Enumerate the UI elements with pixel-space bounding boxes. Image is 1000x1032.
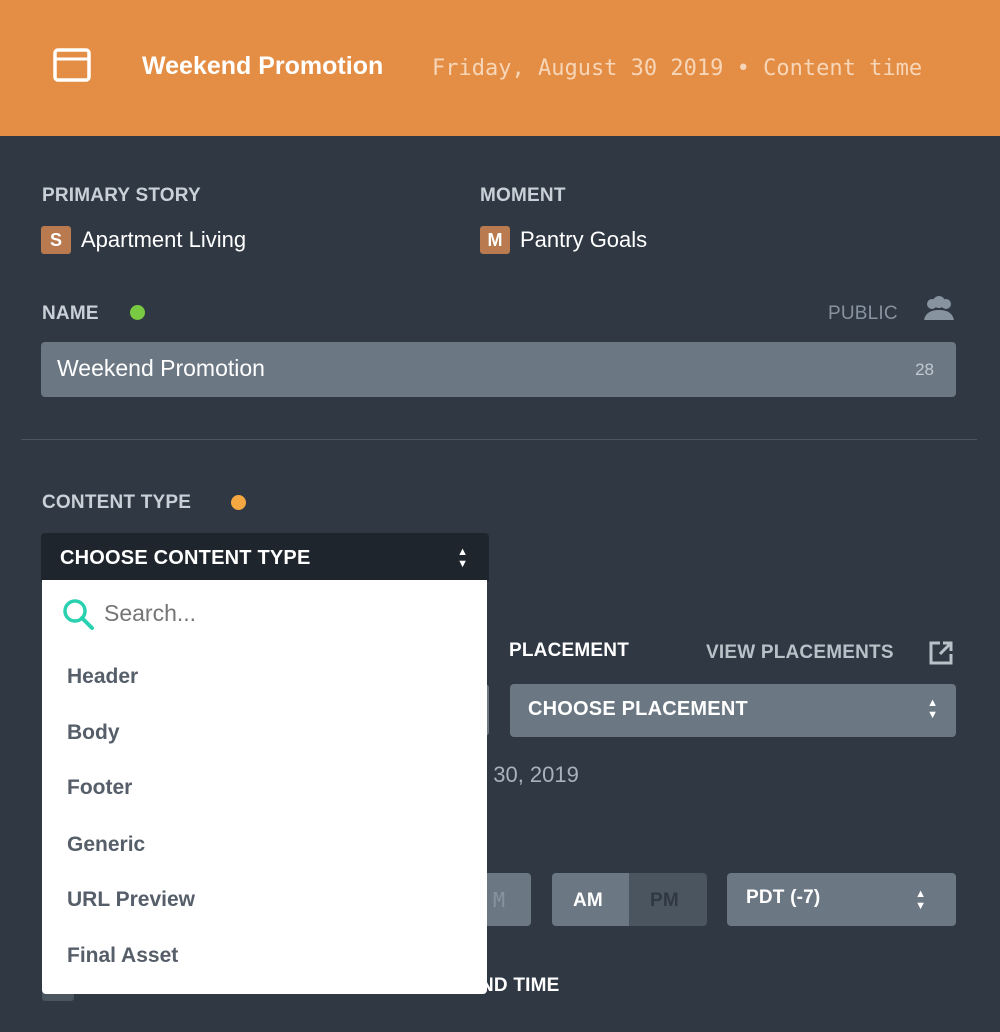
am-button[interactable]: AM [552,873,629,926]
select-arrows-icon: ▲ ▼ [915,888,926,912]
divider [21,439,977,440]
select-arrows-icon: ▲ ▼ [457,546,468,570]
content-type-status-dot [231,495,246,510]
content-type-select[interactable]: CHOOSE CONTENT TYPE ▲ ▼ [41,533,489,581]
option-footer[interactable]: Footer [67,776,132,800]
pm-label: PM [650,890,679,911]
am-label: AM [573,890,603,911]
select-arrows-icon: ▲ ▼ [927,697,938,721]
end-time-label: ND TIME [480,975,560,996]
story-badge: S [41,226,71,254]
option-body[interactable]: Body [67,721,120,745]
option-generic[interactable]: Generic [67,833,145,857]
pm-button[interactable]: PM [629,873,707,926]
char-count: 28 [915,360,934,379]
option-header[interactable]: Header [67,665,138,689]
name-input[interactable]: Weekend Promotion 28 [41,342,956,397]
placement-select-label: CHOOSE PLACEMENT [528,698,748,720]
visibility-label[interactable]: PUBLIC [828,303,898,325]
page-subtitle: Friday, August 30 2019 • Content time [432,56,923,81]
placement-label: PLACEMENT [509,640,630,661]
moment-label: MOMENT [480,185,566,206]
option-final-asset[interactable]: Final Asset [67,944,178,968]
name-status-dot [130,305,145,320]
content-type-select-label: CHOOSE CONTENT TYPE [60,547,311,569]
moment-badge: M [480,226,510,254]
name-input-value: Weekend Promotion [57,355,265,381]
browser-window-icon [53,48,91,82]
search-icon [63,599,94,630]
search-input[interactable] [104,594,464,632]
option-url-preview[interactable]: URL Preview [67,888,195,912]
page-title: Weekend Promotion [142,52,384,80]
view-placements-link[interactable]: VIEW PLACEMENTS [706,642,894,664]
placement-select[interactable]: CHOOSE PLACEMENT ▲ ▼ [510,684,956,737]
content-type-dropdown: Header Body Footer Generic URL Preview F… [42,580,487,994]
moment-value[interactable]: Pantry Goals [520,227,647,253]
time-fragment: M [492,888,505,912]
timezone-select[interactable]: PDT (-7) ▲ ▼ [727,873,956,926]
content-type-label: CONTENT TYPE [42,492,192,513]
external-link-icon[interactable] [928,640,954,666]
timezone-label: PDT (-7) [746,887,821,908]
name-label: NAME [42,303,99,324]
users-icon[interactable] [922,296,956,322]
primary-story-label: PRIMARY STORY [42,185,201,206]
primary-story-value[interactable]: Apartment Living [81,227,246,253]
